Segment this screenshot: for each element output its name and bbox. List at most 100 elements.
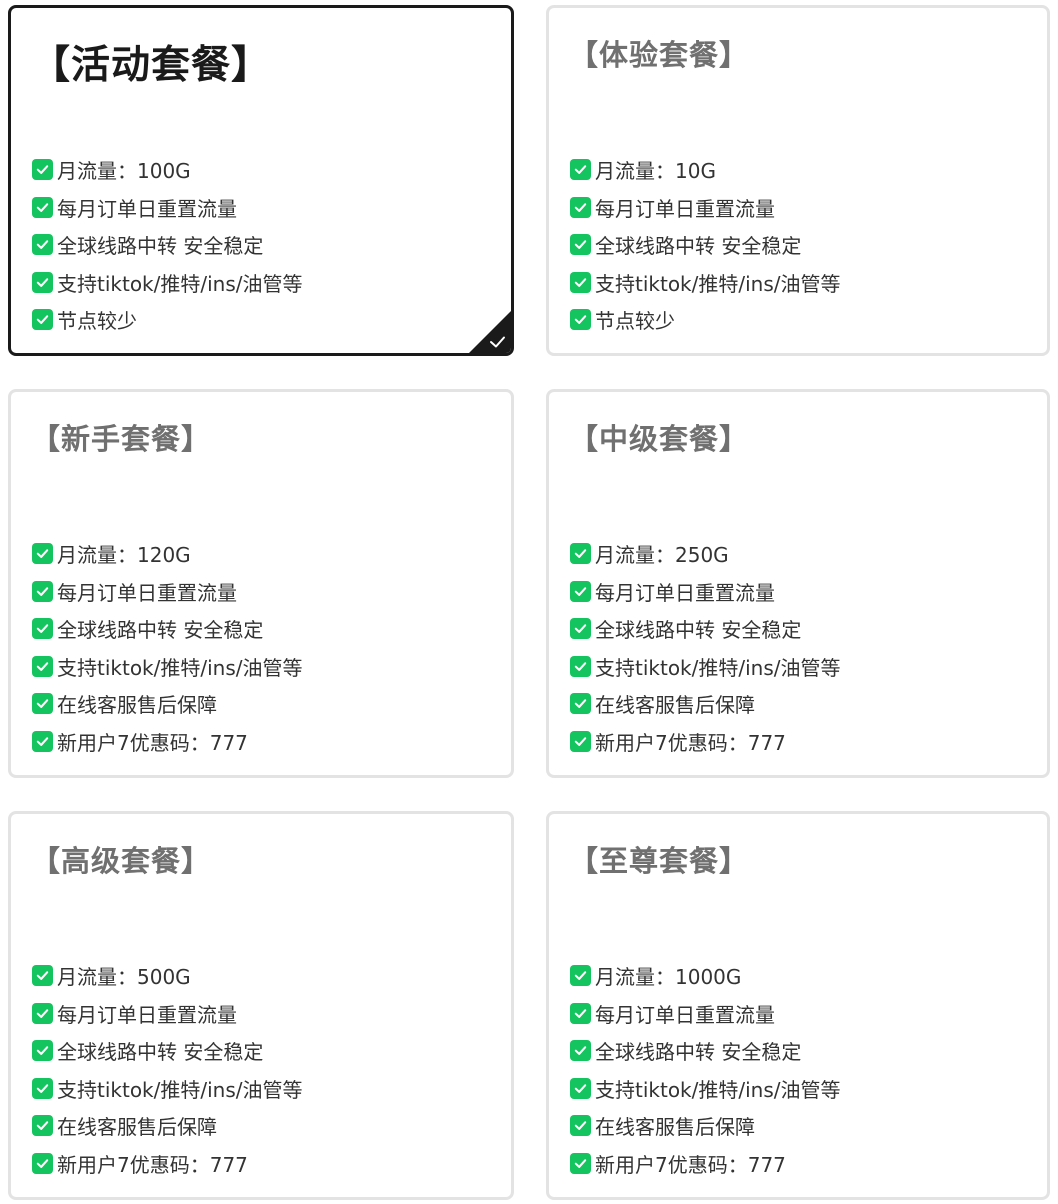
- feature-text: 每月订单日重置流量: [595, 196, 775, 221]
- feature-text: 全球线路中转 安全稳定: [595, 618, 802, 643]
- checkbox-checked-icon: [570, 618, 591, 640]
- checkbox-checked-icon: [32, 1040, 53, 1062]
- feature-text: 月流量：250G: [595, 543, 729, 568]
- checkbox-checked-icon: [570, 965, 591, 987]
- feature-text: 新用户7优惠码：777: [57, 1152, 248, 1177]
- feature-list: 月流量：250G 每月订单日重置流量 全球线路中转 安全稳定 支持tiktok/…: [570, 535, 841, 760]
- plan-title: 【体验套餐】: [569, 38, 750, 72]
- feature-item: 支持tiktok/推特/ins/油管等: [570, 1070, 841, 1108]
- feature-text: 全球线路中转 安全稳定: [595, 234, 802, 259]
- selected-corner-check-icon: [469, 311, 511, 353]
- checkbox-checked-icon: [570, 1040, 591, 1062]
- feature-item: 全球线路中转 安全稳定: [32, 610, 303, 648]
- feature-text: 全球线路中转 安全稳定: [57, 618, 264, 643]
- plan-card-intermediate[interactable]: 【中级套餐】 月流量：250G 每月订单日重置流量 全球线路中转 安全稳定 支持…: [546, 389, 1050, 778]
- feature-item: 节点较少: [570, 301, 841, 339]
- plan-title: 【中级套餐】: [569, 422, 750, 456]
- checkbox-checked-icon: [570, 693, 591, 715]
- feature-item: 全球线路中转 安全稳定: [570, 1032, 841, 1070]
- feature-text: 支持tiktok/推特/ins/油管等: [595, 655, 841, 680]
- feature-item: 每月订单日重置流量: [32, 189, 303, 227]
- checkbox-checked-icon: [570, 1077, 591, 1099]
- feature-text: 在线客服售后保障: [57, 693, 217, 718]
- feature-item: 月流量：250G: [570, 535, 841, 573]
- feature-item: 新用户7优惠码：777: [570, 723, 841, 761]
- feature-text: 全球线路中转 安全稳定: [57, 234, 264, 259]
- feature-text: 每月订单日重置流量: [57, 196, 237, 221]
- feature-item: 支持tiktok/推特/ins/油管等: [32, 264, 303, 302]
- feature-text: 在线客服售后保障: [595, 1115, 755, 1140]
- checkbox-checked-icon: [570, 543, 591, 565]
- feature-text: 月流量：100G: [57, 159, 191, 184]
- feature-text: 每月订单日重置流量: [595, 1002, 775, 1027]
- checkbox-checked-icon: [570, 159, 591, 181]
- feature-item: 每月订单日重置流量: [570, 573, 841, 611]
- feature-list: 月流量：10G 每月订单日重置流量 全球线路中转 安全稳定 支持tiktok/推…: [570, 151, 841, 339]
- feature-item: 在线客服售后保障: [32, 685, 303, 723]
- checkbox-checked-icon: [570, 309, 591, 331]
- feature-text: 支持tiktok/推特/ins/油管等: [57, 1077, 303, 1102]
- feature-item: 支持tiktok/推特/ins/油管等: [32, 648, 303, 686]
- checkbox-checked-icon: [32, 655, 53, 677]
- feature-item: 月流量：1000G: [570, 957, 841, 995]
- checkbox-checked-icon: [32, 693, 53, 715]
- checkbox-checked-icon: [570, 271, 591, 293]
- feature-item: 在线客服售后保障: [32, 1107, 303, 1145]
- checkbox-checked-icon: [32, 543, 53, 565]
- checkbox-checked-icon: [32, 234, 53, 256]
- checkbox-checked-icon: [32, 580, 53, 602]
- feature-item: 支持tiktok/推特/ins/油管等: [570, 264, 841, 302]
- feature-item: 月流量：120G: [32, 535, 303, 573]
- plan-title: 【至尊套餐】: [569, 844, 750, 878]
- checkbox-checked-icon: [570, 1115, 591, 1137]
- feature-text: 月流量：1000G: [595, 965, 742, 990]
- plan-card-activity[interactable]: 【活动套餐】 月流量：100G 每月订单日重置流量 全球线路中转 安全稳定 支持…: [8, 5, 514, 356]
- feature-text: 在线客服售后保障: [57, 1115, 217, 1140]
- feature-text: 支持tiktok/推特/ins/油管等: [57, 655, 303, 680]
- feature-item: 全球线路中转 安全稳定: [570, 610, 841, 648]
- feature-text: 支持tiktok/推特/ins/油管等: [57, 271, 303, 296]
- feature-text: 全球线路中转 安全稳定: [57, 1040, 264, 1065]
- feature-item: 月流量：100G: [32, 151, 303, 189]
- checkbox-checked-icon: [32, 1115, 53, 1137]
- checkbox-checked-icon: [570, 196, 591, 218]
- feature-text: 全球线路中转 安全稳定: [595, 1040, 802, 1065]
- plan-card-trial[interactable]: 【体验套餐】 月流量：10G 每月订单日重置流量 全球线路中转 安全稳定 支持t…: [546, 5, 1050, 356]
- checkbox-checked-icon: [32, 196, 53, 218]
- feature-item: 每月订单日重置流量: [570, 995, 841, 1033]
- feature-item: 支持tiktok/推特/ins/油管等: [570, 648, 841, 686]
- feature-item: 全球线路中转 安全稳定: [570, 226, 841, 264]
- checkbox-checked-icon: [32, 1152, 53, 1174]
- plan-card-advanced[interactable]: 【高级套餐】 月流量：500G 每月订单日重置流量 全球线路中转 安全稳定 支持…: [8, 811, 514, 1200]
- feature-text: 月流量：10G: [595, 159, 716, 184]
- feature-text: 在线客服售后保障: [595, 693, 755, 718]
- checkbox-checked-icon: [570, 234, 591, 256]
- plan-title: 【新手套餐】: [31, 422, 212, 456]
- checkbox-checked-icon: [32, 618, 53, 640]
- feature-item: 节点较少: [32, 301, 303, 339]
- checkbox-checked-icon: [570, 1002, 591, 1024]
- checkbox-checked-icon: [32, 1077, 53, 1099]
- feature-item: 新用户7优惠码：777: [570, 1145, 841, 1183]
- feature-text: 节点较少: [595, 309, 675, 334]
- feature-text: 新用户7优惠码：777: [57, 730, 248, 755]
- checkbox-checked-icon: [570, 1152, 591, 1174]
- checkbox-checked-icon: [570, 655, 591, 677]
- feature-text: 月流量：120G: [57, 543, 191, 568]
- feature-item: 月流量：500G: [32, 957, 303, 995]
- feature-text: 支持tiktok/推特/ins/油管等: [595, 1077, 841, 1102]
- feature-text: 每月订单日重置流量: [57, 580, 237, 605]
- feature-list: 月流量：120G 每月订单日重置流量 全球线路中转 安全稳定 支持tiktok/…: [32, 535, 303, 760]
- feature-text: 每月订单日重置流量: [57, 1002, 237, 1027]
- feature-text: 支持tiktok/推特/ins/油管等: [595, 271, 841, 296]
- feature-item: 全球线路中转 安全稳定: [32, 226, 303, 264]
- plan-card-beginner[interactable]: 【新手套餐】 月流量：120G 每月订单日重置流量 全球线路中转 安全稳定 支持…: [8, 389, 514, 778]
- plan-title: 【高级套餐】: [31, 844, 212, 878]
- checkbox-checked-icon: [32, 159, 53, 181]
- plan-title: 【活动套餐】: [31, 43, 272, 88]
- plan-card-premium[interactable]: 【至尊套餐】 月流量：1000G 每月订单日重置流量 全球线路中转 安全稳定 支…: [546, 811, 1050, 1200]
- checkbox-checked-icon: [570, 580, 591, 602]
- feature-text: 新用户7优惠码：777: [595, 730, 786, 755]
- feature-list: 月流量：500G 每月订单日重置流量 全球线路中转 安全稳定 支持tiktok/…: [32, 957, 303, 1182]
- feature-text: 每月订单日重置流量: [595, 580, 775, 605]
